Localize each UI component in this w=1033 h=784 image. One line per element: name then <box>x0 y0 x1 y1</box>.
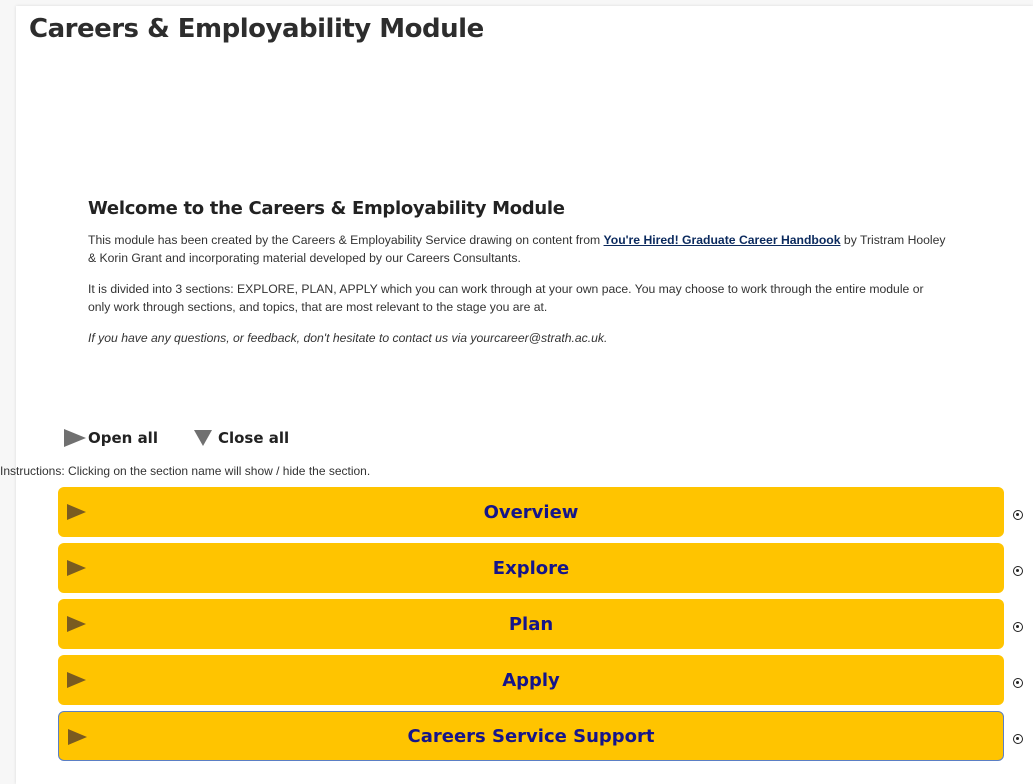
triangle-right-icon <box>64 429 86 447</box>
triangle-right-icon <box>68 729 87 745</box>
close-all-label: Close all <box>217 429 290 447</box>
intro-text-start: This module has been created by the Care… <box>88 233 604 247</box>
triangle-right-icon <box>67 672 86 688</box>
section-name: Apply <box>502 669 560 691</box>
section-toggle-plan[interactable]: Plan <box>58 599 1004 649</box>
welcome-block: Welcome to the Careers & Employability M… <box>88 198 948 360</box>
page-title: Careers & Employability Module <box>29 14 484 44</box>
handbook-link[interactable]: You're Hired! Graduate Career Handbook <box>604 233 841 247</box>
open-all-label: Open all <box>88 429 158 447</box>
section-toggle-overview[interactable]: Overview <box>58 487 1004 537</box>
triangle-right-icon <box>67 616 86 632</box>
section-row-apply: Apply <box>58 655 1033 705</box>
section-status-radio-icon[interactable] <box>1013 622 1023 632</box>
triangle-down-icon <box>193 430 212 446</box>
welcome-sections-description: It is divided into 3 sections: EXPLORE, … <box>88 282 924 314</box>
section-name: Explore <box>492 557 570 579</box>
welcome-contact: If you have any questions, or feedback, … <box>88 331 608 345</box>
triangle-right-icon <box>67 560 86 576</box>
triangle-right-icon <box>67 504 86 520</box>
section-row-overview: Overview <box>58 487 1033 537</box>
welcome-intro: This module has been created by the Care… <box>88 231 948 267</box>
section-row-explore: Explore <box>58 543 1033 593</box>
section-toggle-apply[interactable]: Apply <box>58 655 1004 705</box>
section-toggle-explore[interactable]: Explore <box>58 543 1004 593</box>
section-status-radio-icon[interactable] <box>1013 678 1023 688</box>
welcome-heading: Welcome to the Careers & Employability M… <box>88 198 565 219</box>
section-row-plan: Plan <box>58 599 1033 649</box>
section-row-careers-service-support: Careers Service Support <box>58 711 1033 761</box>
section-toggle-careers-service-support[interactable]: Careers Service Support <box>58 711 1004 761</box>
expand-controls: Open all Close all <box>64 429 289 447</box>
section-name: Plan <box>508 613 554 635</box>
open-all-button[interactable]: Open all <box>64 429 158 447</box>
instructions-text: Instructions: Clicking on the section na… <box>0 464 371 478</box>
section-status-radio-icon[interactable] <box>1013 566 1023 576</box>
section-list: Overview Explore Plan Apply Careers Serv… <box>58 487 1033 767</box>
section-status-radio-icon[interactable] <box>1013 510 1023 520</box>
section-status-radio-icon[interactable] <box>1013 734 1023 744</box>
section-name: Overview <box>483 501 579 523</box>
section-name: Careers Service Support <box>407 725 655 747</box>
close-all-button[interactable]: Close all <box>193 429 290 447</box>
